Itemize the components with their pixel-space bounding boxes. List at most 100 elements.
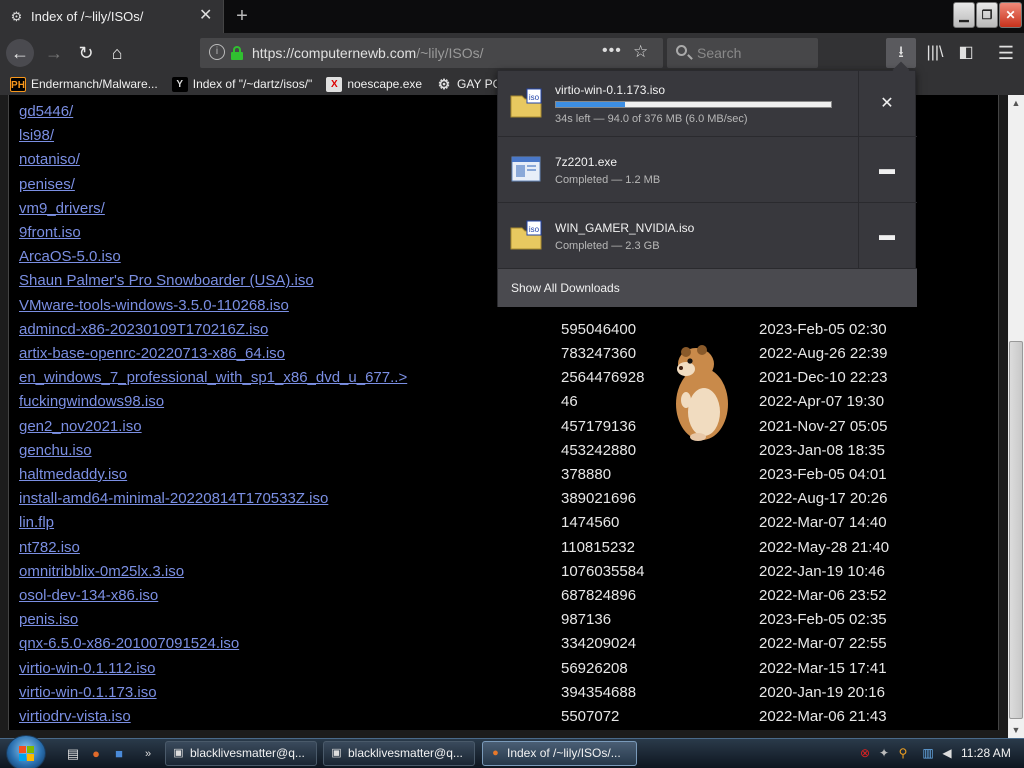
url-text[interactable]: https://computernewb.com/~lily/ISOs/ <box>252 45 483 61</box>
hamster-image <box>676 345 728 441</box>
reload-button[interactable]: ↻ <box>72 39 100 67</box>
file-link[interactable]: osol-dev-134-x86.iso <box>19 587 158 604</box>
info-icon[interactable]: i <box>209 44 225 60</box>
table-row: fuckingwindows98.iso 46 2022-Apr-07 19:30 <box>19 390 979 414</box>
back-button[interactable]: ← <box>6 39 34 67</box>
file-size: 457179136 <box>561 417 637 435</box>
file-link[interactable]: virtio-win-0.1.173.iso <box>19 684 157 701</box>
network-icon[interactable]: ▥ <box>920 745 936 761</box>
table-row: en_windows_7_professional_with_sp1_x86_d… <box>19 366 979 390</box>
open-folder-icon[interactable]: ▬ <box>872 225 902 247</box>
bookmark-item[interactable]: Y Index of "/~dartz/isos/" <box>171 76 312 92</box>
download-item[interactable]: iso virtio-win-0.1.173.iso 34s left — 94… <box>498 71 917 137</box>
download-item[interactable]: 7z2201.exe Completed — 1.2 MB ▬ <box>498 137 917 203</box>
tab-favicon-icon: ⚙ <box>10 9 23 24</box>
download-filename: 7z2201.exe <box>555 155 618 169</box>
scroll-up-icon[interactable]: ▲ <box>1008 95 1024 111</box>
file-link[interactable]: lin.flp <box>19 514 54 531</box>
file-link[interactable]: virtiodrv-vista.iso <box>19 708 131 725</box>
browser-tab[interactable]: ⚙ Index of /~lily/ISOs/ ✕ <box>0 0 224 33</box>
file-link[interactable]: Shaun Palmer's Pro Snowboarder (USA).iso <box>19 272 314 289</box>
x-icon: X <box>326 76 343 92</box>
explorer-launch-icon[interactable]: ■ <box>110 745 128 763</box>
library-icon[interactable]: |||\ <box>920 38 950 68</box>
lock-icon[interactable] <box>231 46 243 60</box>
file-size: 1474560 <box>561 514 620 532</box>
file-date: 2023-Jan-08 18:35 <box>759 441 885 459</box>
file-size: 378880 <box>561 466 612 483</box>
new-tab-button[interactable]: + <box>232 4 252 28</box>
tab-close-icon[interactable]: ✕ <box>199 8 212 24</box>
file-link[interactable]: virtio-win-0.1.112.iso <box>19 660 155 677</box>
file-link[interactable]: qnx-6.5.0-x86-201007091524.iso <box>19 635 239 652</box>
file-link[interactable]: install-amd64-minimal-20220814T170533Z.i… <box>19 490 328 507</box>
file-date: 2021-Nov-27 05:05 <box>759 417 888 435</box>
file-link[interactable]: lsi98/ <box>19 127 54 144</box>
table-row: lin.flp 1474560 2022-Mar-07 14:40 <box>19 511 979 535</box>
file-link[interactable]: gen2_nov2021.iso <box>19 418 142 435</box>
search-input[interactable]: Search <box>667 38 818 68</box>
table-row: haltmedaddy.iso 378880 2023-Feb-05 04:01 <box>19 463 979 487</box>
file-link[interactable]: penis.iso <box>19 611 78 628</box>
taskbar-button-label: blacklivesmatter@q... <box>348 746 463 760</box>
taskbar-button[interactable]: ▣ blacklivesmatter@q... <box>165 741 317 766</box>
file-link[interactable]: genchu.iso <box>19 442 92 459</box>
table-row: admincd-x86-20230109T170216Z.iso 59504640… <box>19 318 979 342</box>
file-size: 687824896 <box>561 587 637 604</box>
firefox-launch-icon[interactable]: ● <box>87 745 105 763</box>
window-close-button[interactable]: ✕ <box>999 2 1022 28</box>
file-link[interactable]: admincd-x86-20230109T170216Z.iso <box>19 321 268 338</box>
file-date: 2022-Mar-06 21:43 <box>759 708 887 725</box>
bookmark-star-icon[interactable]: ☆ <box>633 42 648 62</box>
taskbar-button[interactable]: ● Index of /~lily/ISOs/... <box>482 741 637 766</box>
page-actions-icon[interactable]: ••• <box>602 42 622 60</box>
sidebar-toggle-icon[interactable]: ◧ <box>951 38 981 68</box>
table-row: install-amd64-minimal-20220814T170533Z.i… <box>19 487 979 511</box>
table-row: omnitribblix-0m25lx.3.iso 1076035584 2022-… <box>19 560 979 584</box>
file-size: 394354688 <box>561 683 637 701</box>
start-button[interactable] <box>6 735 46 768</box>
file-link[interactable]: nt782.iso <box>19 539 80 556</box>
file-link[interactable]: en_windows_7_professional_with_sp1_x86_d… <box>19 369 407 386</box>
file-link[interactable]: vm9_drivers/ <box>19 200 105 217</box>
volume-icon[interactable]: ◀ <box>939 745 955 761</box>
svg-text:iso: iso <box>529 93 540 102</box>
file-link[interactable]: fuckingwindows98.iso <box>19 393 164 410</box>
file-link[interactable]: haltmedaddy.iso <box>19 466 127 483</box>
vertical-scrollbar[interactable]: ▲ ▼ <box>1008 95 1024 738</box>
file-link[interactable]: ArcaOS-5.0.iso <box>19 248 121 265</box>
file-link[interactable]: gd5446/ <box>19 103 73 120</box>
open-folder-icon[interactable]: ▬ <box>872 159 902 181</box>
file-link[interactable]: omnitribblix-0m25lx.3.iso <box>19 563 184 580</box>
windows-logo-icon <box>19 746 35 762</box>
show-all-downloads-button[interactable]: Show All Downloads <box>498 269 917 307</box>
address-bar[interactable]: i https://computernewb.com/~lily/ISOs/ •… <box>200 38 663 68</box>
home-button[interactable]: ⌂ <box>103 39 131 67</box>
bookmark-item[interactable]: PH Endermanch/Malware... <box>10 76 158 92</box>
security-alert-icon[interactable]: ⊗ <box>857 745 873 761</box>
scroll-down-icon[interactable]: ▼ <box>1008 722 1024 738</box>
download-item[interactable]: iso WIN_GAMER_NVIDIA.iso Completed — 2.3… <box>498 203 917 269</box>
search-tray-icon[interactable]: ⚲ <box>895 745 911 761</box>
url-host: https://computernewb.com <box>252 45 417 61</box>
hamburger-menu-icon[interactable]: ☰ <box>991 38 1021 68</box>
table-row: osol-dev-134-x86.iso 687824896 2022-Mar-06… <box>19 584 979 608</box>
table-row: artix-base-openrc-20220713-x86_64.iso 783… <box>19 342 979 366</box>
file-link[interactable]: 9front.iso <box>19 224 81 241</box>
minimize-button[interactable]: ▁ <box>953 2 975 28</box>
file-size: 987136 <box>561 611 612 629</box>
file-link[interactable]: artix-base-openrc-20220713-x86_64.iso <box>19 345 285 362</box>
maximize-button[interactable]: ❐ <box>976 2 998 28</box>
tools-icon[interactable]: ✦ <box>876 745 892 761</box>
bookmark-item[interactable]: X noescape.exe <box>326 76 422 92</box>
file-link[interactable]: penises/ <box>19 176 75 193</box>
forward-button[interactable]: → <box>40 39 68 67</box>
quick-launch-overflow-icon[interactable]: » <box>139 745 157 763</box>
file-link[interactable]: notaniso/ <box>19 151 80 168</box>
scrollbar-thumb[interactable] <box>1009 341 1023 719</box>
taskbar-button[interactable]: ▣ blacklivesmatter@q... <box>323 741 475 766</box>
file-link[interactable]: VMware-tools-windows-3.5.0-110268.iso <box>19 297 289 314</box>
download-filename: WIN_GAMER_NVIDIA.iso <box>555 221 695 235</box>
cancel-download-icon[interactable]: ✕ <box>872 93 902 115</box>
show-desktop-icon[interactable]: ▤ <box>64 745 82 763</box>
